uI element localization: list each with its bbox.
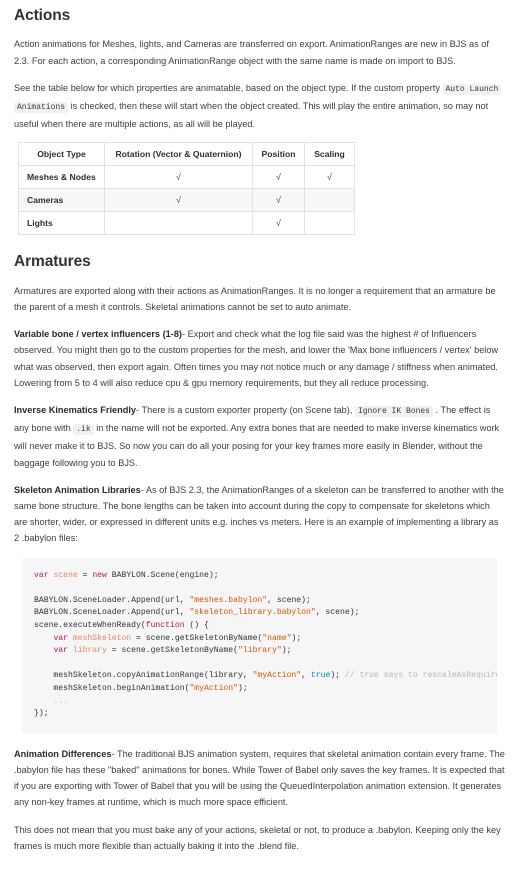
code-content: var scene = new BABYLON.Scene(engine); B…	[34, 571, 497, 719]
cell-position: √	[252, 165, 305, 190]
table-row: Lights √	[18, 211, 355, 236]
inline-code-ignore-ik-bones: Ignore IK Bones	[354, 405, 433, 417]
code-token-plain: );	[238, 683, 248, 693]
column-header-scaling: Scaling	[304, 142, 355, 167]
cell-position: √	[252, 211, 305, 236]
page-title-armatures: Armatures	[14, 253, 91, 271]
code-token-plain: BABYLON.SceneLoader.Append(url,	[34, 595, 190, 605]
inverse-kinematics-paragraph: Inverse Kinematics Friendly- There is a …	[14, 402, 505, 471]
code-token-plain: );	[291, 633, 302, 643]
actions-para2-text-after: is checked, then these will start when t…	[14, 100, 489, 130]
code-token-str: "library"	[238, 646, 282, 656]
code-token-plain: );	[281, 646, 292, 656]
table-header: Object Type Rotation (Vector & Quaternio…	[18, 142, 355, 167]
code-token-plain: ,	[301, 671, 311, 681]
cell-position: √	[252, 188, 305, 213]
variable-bone-paragraph: Variable bone / vertex influencers (1-8)…	[14, 326, 505, 391]
code-token-comment: ...	[53, 696, 69, 706]
document-page: Actions Action animations for Meshes, li…	[0, 0, 515, 854]
column-header-object-type: Object Type	[18, 142, 105, 167]
inline-code-ik-suffix: .ik	[73, 424, 94, 436]
code-token-plain: =	[77, 570, 93, 580]
column-header-rotation: Rotation (Vector & Quaternion)	[104, 142, 253, 167]
armatures-intro-paragraph: Armatures are exported along with their …	[14, 285, 496, 312]
table-row: Meshes & Nodes √ √ √	[18, 165, 355, 190]
actions-intro-paragraph: Action animations for Meshes, lights, an…	[14, 39, 489, 66]
inline-code-animations: Animations	[14, 101, 69, 113]
table-body: Meshes & Nodes √ √ √ Cameras √ √ Lights …	[18, 165, 355, 236]
code-token-kw: var	[34, 570, 49, 580]
inline-code-auto-launch: Auto Launch	[442, 83, 502, 95]
animatable-properties-table: Object Type Rotation (Vector & Quaternio…	[18, 142, 355, 236]
table-header-row: Object Type Rotation (Vector & Quaternio…	[18, 142, 355, 167]
code-token-plain: BABYLON.Scene(engine);	[106, 570, 219, 580]
code-token-bool: true	[310, 671, 331, 681]
cell-scaling: √	[304, 165, 355, 190]
code-token-str: "meshes.babylon"	[189, 595, 268, 605]
table-row: Cameras √ √	[18, 188, 355, 213]
code-token-plain: , scene);	[315, 608, 360, 618]
inverse-kinematics-lead: Inverse Kinematics Friendly	[14, 404, 137, 415]
cell-scaling	[304, 211, 355, 236]
code-token-plain: meshSkeleton.beginAnimation(	[34, 683, 190, 693]
column-header-position: Position	[252, 142, 305, 167]
code-token-var: meshSkeleton	[72, 633, 132, 643]
code-token-var: scene	[53, 570, 78, 580]
code-token-kw: var	[53, 646, 69, 656]
cell-rotation	[104, 211, 253, 236]
code-token-var: library	[72, 646, 107, 656]
page-title-actions: Actions	[14, 7, 71, 24]
code-token-str: "skeleton_library.babylon"	[189, 608, 316, 618]
code-token-plain: = scene.getSkeletonByName(	[131, 633, 263, 643]
closing-paragraph: This does not mean that you must bake an…	[14, 824, 501, 851]
animation-differences-lead: Animation Differences	[14, 748, 112, 759]
cell-scaling	[304, 188, 355, 213]
code-token-kw: new	[92, 570, 107, 580]
code-token-plain: scene.executeWhenReady(	[34, 620, 146, 630]
variable-bone-lead: Variable bone / vertex influencers (1-8)	[14, 329, 182, 340]
code-token-str: "name"	[262, 633, 292, 643]
code-block-skeleton-library: var scene = new BABYLON.Scene(engine); B…	[22, 557, 497, 733]
code-token-plain: () {	[184, 620, 209, 630]
code-token-str: "myAction"	[189, 683, 239, 693]
cell-rotation: √	[104, 188, 253, 213]
code-token-str: "myAction"	[252, 671, 302, 681]
code-token-plain: meshSkeleton.copyAnimationRange(library,	[34, 671, 253, 681]
code-token-plain: );	[330, 671, 345, 681]
ik-body-before-code: - There is a custom exporter property (o…	[136, 404, 355, 415]
code-token-plain: , scene);	[267, 595, 311, 605]
cell-rotation: √	[104, 165, 253, 190]
cell-object-type: Cameras	[18, 188, 105, 213]
code-token-plain: BABYLON.SceneLoader.Append(url,	[34, 608, 190, 618]
code-token-comment: // true says to rescaleAsRequired	[344, 671, 497, 681]
skeleton-libraries-paragraph: Skeleton Animation Libraries- As of BJS …	[14, 482, 505, 547]
cell-object-type: Lights	[18, 211, 105, 236]
skeleton-libraries-lead: Skeleton Animation Libraries	[14, 484, 141, 495]
animation-differences-paragraph: Animation Differences- The traditional B…	[14, 746, 505, 811]
code-token-plain: });	[34, 709, 49, 719]
code-token-kw: var	[53, 633, 69, 643]
actions-para2-text-before: See the table below for which properties…	[14, 82, 443, 93]
cell-object-type: Meshes & Nodes	[18, 165, 105, 190]
actions-table-intro-paragraph: See the table below for which properties…	[14, 80, 505, 133]
code-token-kw: function	[145, 620, 185, 630]
code-token-plain: = scene.getSkeletonByName(	[106, 646, 239, 656]
